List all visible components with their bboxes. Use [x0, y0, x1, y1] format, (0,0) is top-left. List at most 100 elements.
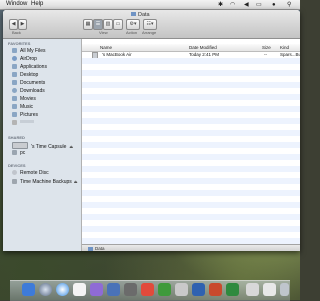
finder-icon[interactable]: [22, 283, 35, 296]
back-button[interactable]: ◀: [9, 19, 18, 30]
eject-icon[interactable]: ⏏: [74, 179, 78, 184]
devices-heading: DEVICES: [8, 163, 26, 168]
finder-window: Data ◀ ▶ Back ▦ ☰ ▥ ▭ View ⚙▾ Action ☷▾ …: [3, 10, 300, 251]
row-stripe: [82, 166, 300, 172]
dock: [10, 280, 290, 301]
downloads-icon: [12, 88, 17, 93]
sidebar-item-movies[interactable]: Movies: [12, 96, 36, 103]
app-icon[interactable]: [158, 283, 171, 296]
excel-icon[interactable]: [226, 283, 239, 296]
sidebar-item-pc[interactable]: pc: [12, 150, 25, 157]
launchpad-icon[interactable]: [39, 283, 52, 296]
row-stripe: [82, 58, 300, 64]
window-title: Data: [131, 12, 150, 18]
sidebar-item-time-capsule[interactable]: 's Time Capsule ⏏: [12, 142, 73, 150]
row-stripe: [82, 226, 300, 232]
row-stripe: [82, 94, 300, 100]
row-stripe: [82, 202, 300, 208]
drive-icon: [12, 179, 17, 184]
action-label: Action: [126, 30, 138, 35]
sidebar-item-desktop[interactable]: Desktop: [12, 72, 38, 79]
sidebar-item-label: 's Time Capsule: [31, 144, 67, 150]
itunes-icon[interactable]: [90, 283, 103, 296]
row-stripe: [82, 118, 300, 124]
sidebar-item-airdrop[interactable]: AirDrop: [12, 56, 37, 63]
arrange-button[interactable]: ☷▾: [143, 19, 157, 30]
sidebar-item-all-my-files[interactable]: All My Files: [12, 48, 46, 55]
sidebar-item-label: Applications: [20, 64, 47, 70]
home-folder-icon: [12, 120, 17, 125]
row-stripe: [82, 178, 300, 184]
sidebar-item-label: Movies: [20, 96, 36, 102]
action-button[interactable]: ⚙▾: [126, 19, 140, 30]
pictures-icon: [12, 112, 17, 117]
all-files-icon: [12, 48, 17, 53]
pc-icon: [12, 150, 17, 155]
bluetooth-icon[interactable]: ✱: [218, 1, 223, 10]
row-stripe: [82, 154, 300, 160]
sidebar-item-home[interactable]: [12, 120, 34, 127]
airdrop-icon: [12, 56, 17, 61]
documents-stack-icon[interactable]: [246, 283, 259, 296]
app-icon[interactable]: [141, 283, 154, 296]
sidebar: FAVORITES All My Files AirDrop Applicati…: [3, 39, 82, 251]
redacted-text: [20, 120, 34, 123]
row-stripe: [82, 82, 300, 88]
safari-icon[interactable]: [56, 283, 69, 296]
sidebar-item-time-machine[interactable]: Time Machine Backups ⏏: [12, 178, 78, 185]
row-stripe: [82, 70, 300, 76]
server-icon: [12, 142, 28, 149]
app-icon[interactable]: [175, 283, 188, 296]
word-icon[interactable]: [192, 283, 205, 296]
menu-help[interactable]: Help: [31, 0, 43, 9]
column-view-button[interactable]: ▥: [103, 19, 113, 30]
arrange-label: Arrange: [142, 30, 157, 35]
menu-window[interactable]: Window: [6, 0, 27, 9]
eject-icon[interactable]: ⏏: [69, 144, 73, 149]
column-size[interactable]: Size: [262, 44, 271, 51]
downloads-stack-icon[interactable]: [263, 283, 276, 296]
sidebar-item-label: AirDrop: [20, 56, 37, 62]
sidebar-item-downloads[interactable]: Downloads: [12, 88, 45, 95]
path-bar: Data: [82, 244, 300, 251]
sidebar-item-documents[interactable]: Documents: [12, 80, 45, 87]
column-name[interactable]: Name: [100, 44, 112, 51]
cover-flow-button[interactable]: ▭: [113, 19, 123, 30]
music-icon: [12, 104, 17, 109]
column-date-modified[interactable]: Date Modified: [189, 44, 217, 51]
calendar-icon[interactable]: [73, 283, 86, 296]
sidebar-item-label: Documents: [20, 80, 46, 86]
sidebar-item-music[interactable]: Music: [12, 104, 33, 111]
sidebar-item-label: Desktop: [20, 72, 39, 78]
system-preferences-icon[interactable]: [124, 283, 137, 296]
wifi-icon[interactable]: ◠: [230, 1, 235, 10]
battery-icon[interactable]: ▭: [256, 1, 262, 10]
powerpoint-icon[interactable]: [209, 283, 222, 296]
view-label: View: [99, 30, 108, 35]
list-view-button[interactable]: ☰: [93, 19, 103, 30]
sidebar-item-remote-disc[interactable]: Remote Disc: [12, 170, 49, 177]
spotlight-search-icon[interactable]: ⚲: [287, 1, 291, 10]
user-icon[interactable]: ●: [272, 1, 276, 10]
row-stripe: [82, 190, 300, 196]
column-header: Name Date Modified Size Kind: [82, 44, 300, 52]
back-label: Back: [12, 30, 21, 35]
column-kind[interactable]: Kind: [280, 44, 289, 51]
window-toolbar: Data ◀ ▶ Back ▦ ☰ ▥ ▭ View ⚙▾ Action ☷▾ …: [3, 10, 300, 39]
menu-bar: Window Help ✱ ◠ ◀ ▭ ● ⚲: [0, 0, 300, 10]
icon-view-button[interactable]: ▦: [83, 19, 93, 30]
sidebar-item-label: Downloads: [20, 88, 45, 94]
desktop-icon: [12, 72, 17, 77]
volume-icon[interactable]: ◀: [244, 1, 249, 10]
path-bar-item[interactable]: Data: [95, 246, 105, 251]
sidebar-item-label: Pictures: [20, 112, 39, 118]
sidebar-item-applications[interactable]: Applications: [12, 64, 47, 71]
row-stripe: [82, 130, 300, 136]
sidebar-item-pictures[interactable]: Pictures: [12, 112, 38, 119]
app-store-icon[interactable]: [107, 283, 120, 296]
window-title-text: Data: [138, 12, 150, 18]
sidebar-item-label: Remote Disc: [20, 170, 49, 176]
shared-heading: SHARED: [8, 135, 25, 140]
forward-button[interactable]: ▶: [18, 19, 27, 30]
trash-icon[interactable]: [280, 283, 289, 296]
